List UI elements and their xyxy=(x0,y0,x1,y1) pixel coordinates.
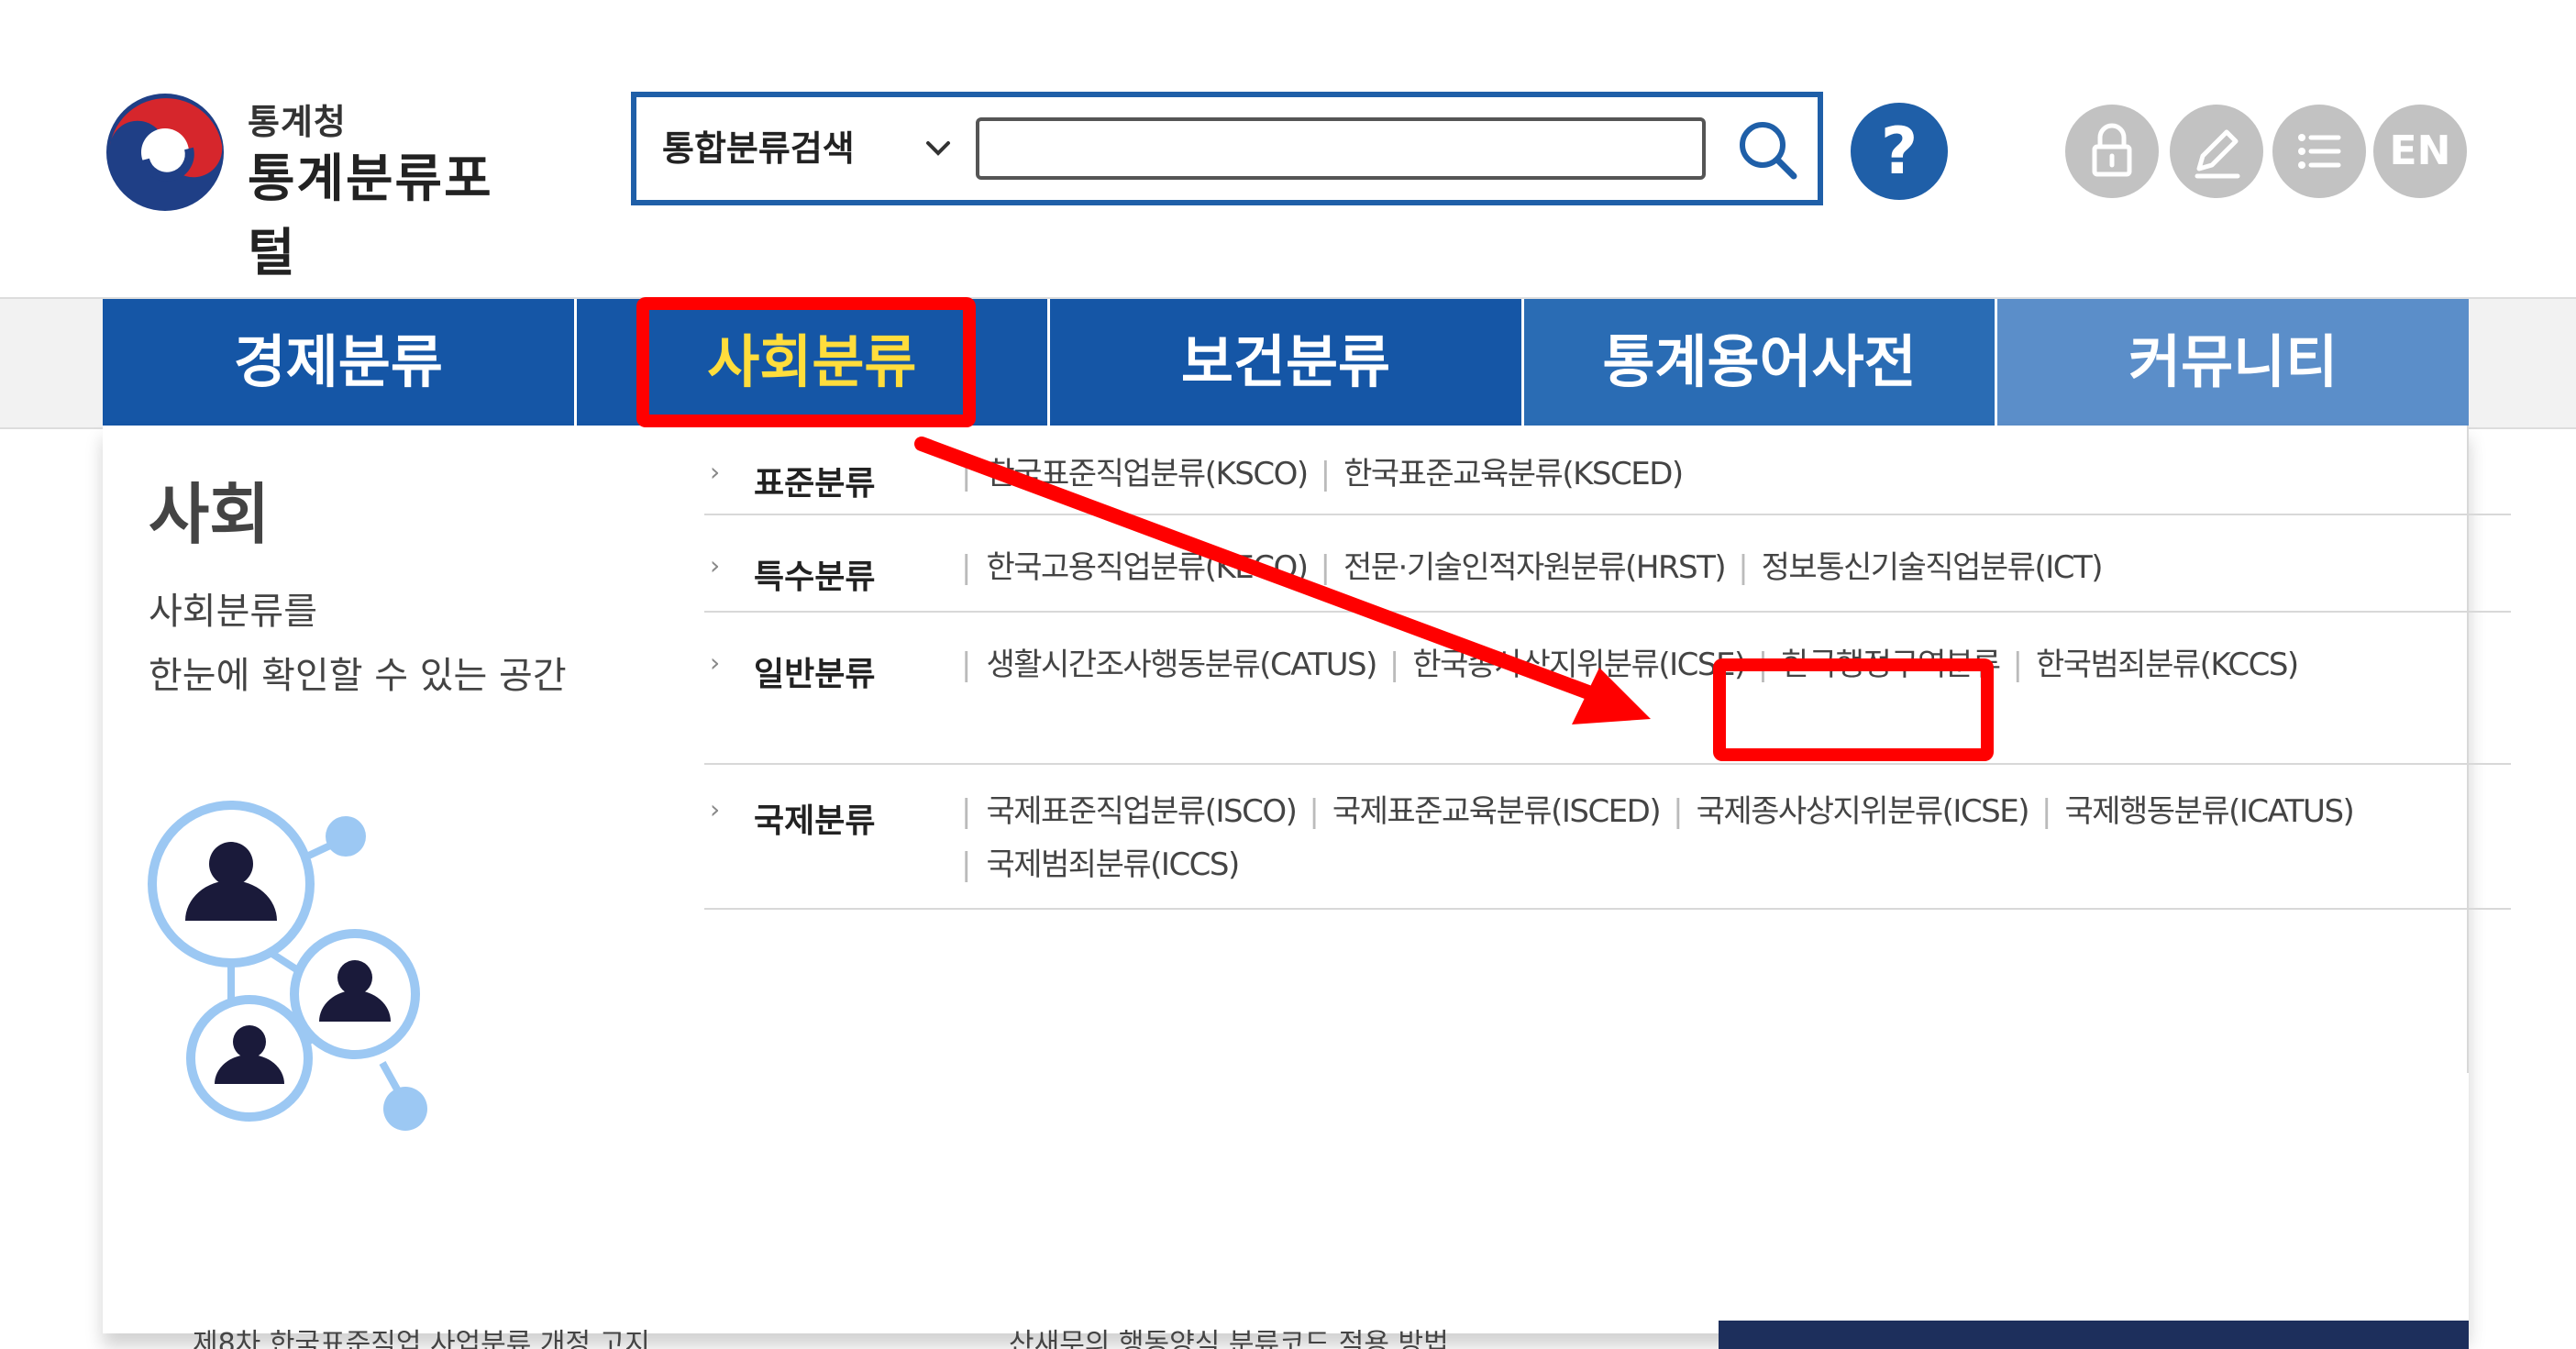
annotation-arrow-icon xyxy=(914,437,1651,724)
